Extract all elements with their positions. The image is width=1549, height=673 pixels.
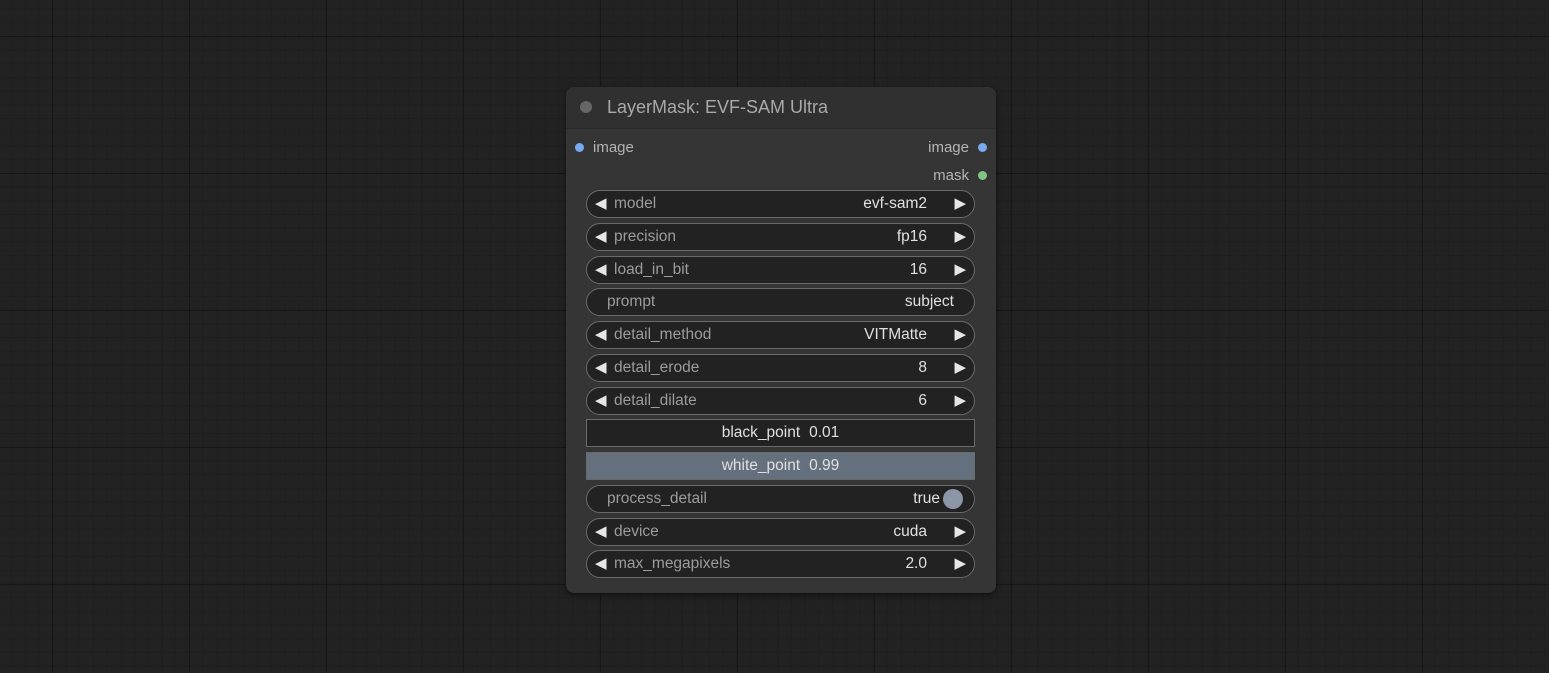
process-detail-label: process_detail xyxy=(607,490,707,507)
prompt-text-field[interactable]: prompt subject xyxy=(586,288,975,316)
increment-arrow-icon[interactable]: ▶ xyxy=(954,194,966,212)
precision-value: fp16 xyxy=(896,228,927,245)
image-output-connector-icon[interactable] xyxy=(978,143,987,152)
black-point-slider[interactable]: black_point 0.01 xyxy=(586,419,975,447)
precision-combo[interactable]: ◀ precision fp16 ▶ xyxy=(586,223,975,251)
detail-erode-number[interactable]: ◀ detail_erode 8 ▶ xyxy=(586,354,975,382)
white-point-value: 0.99 xyxy=(809,457,840,474)
decrement-arrow-icon[interactable]: ◀ xyxy=(595,522,607,540)
device-combo[interactable]: ◀ device cuda ▶ xyxy=(586,518,975,546)
decrement-arrow-icon[interactable]: ◀ xyxy=(595,358,607,376)
load-in-bit-label: load_in_bit xyxy=(614,261,689,278)
detail-method-value: VITMatte xyxy=(864,326,927,343)
toggle-knob-icon[interactable] xyxy=(943,489,963,509)
mask-output-connector-icon[interactable] xyxy=(978,171,987,180)
model-label: model xyxy=(614,195,657,212)
detail-method-combo[interactable]: ◀ detail_method VITMatte ▶ xyxy=(586,321,975,349)
detail-erode-label: detail_erode xyxy=(614,359,700,376)
increment-arrow-icon[interactable]: ▶ xyxy=(954,391,966,409)
detail-dilate-value: 6 xyxy=(918,392,927,409)
load-in-bit-value: 16 xyxy=(909,261,927,278)
detail-erode-value: 8 xyxy=(918,359,927,376)
increment-arrow-icon[interactable]: ▶ xyxy=(954,358,966,376)
detail-dilate-number[interactable]: ◀ detail_dilate 6 ▶ xyxy=(586,387,975,415)
decrement-arrow-icon[interactable]: ◀ xyxy=(595,227,607,245)
increment-arrow-icon[interactable]: ▶ xyxy=(954,227,966,245)
device-value: cuda xyxy=(893,523,927,540)
evf-sam-ultra-node[interactable]: LayerMask: EVF-SAM Ultra image image mas… xyxy=(566,87,996,593)
detail-dilate-label: detail_dilate xyxy=(614,392,697,409)
max-megapixels-number[interactable]: ◀ max_megapixels 2.0 ▶ xyxy=(586,550,975,578)
decrement-arrow-icon[interactable]: ◀ xyxy=(595,391,607,409)
collapse-dot-icon[interactable] xyxy=(580,101,592,113)
precision-label: precision xyxy=(614,228,677,245)
detail-method-label: detail_method xyxy=(614,326,712,343)
device-label: device xyxy=(614,523,659,540)
white-point-slider[interactable]: white_point 0.99 xyxy=(586,452,975,480)
node-header[interactable]: LayerMask: EVF-SAM Ultra xyxy=(566,87,996,129)
max-megapixels-label: max_megapixels xyxy=(614,555,731,572)
decrement-arrow-icon[interactable]: ◀ xyxy=(595,554,607,572)
decrement-arrow-icon[interactable]: ◀ xyxy=(595,260,607,278)
image-input-connector-icon[interactable] xyxy=(575,143,584,152)
increment-arrow-icon[interactable]: ▶ xyxy=(954,325,966,343)
load-in-bit-combo[interactable]: ◀ load_in_bit 16 ▶ xyxy=(586,256,975,284)
increment-arrow-icon[interactable]: ▶ xyxy=(954,554,966,572)
black-point-value: 0.01 xyxy=(809,424,840,441)
white-point-label: white_point xyxy=(721,457,801,474)
image-input-label: image xyxy=(593,139,634,156)
max-megapixels-value: 2.0 xyxy=(905,555,927,572)
process-detail-value: true xyxy=(913,490,940,507)
process-detail-toggle[interactable]: process_detail true xyxy=(586,485,975,513)
model-combo[interactable]: ◀ model evf-sam2 ▶ xyxy=(586,190,975,218)
decrement-arrow-icon[interactable]: ◀ xyxy=(595,325,607,343)
decrement-arrow-icon[interactable]: ◀ xyxy=(595,194,607,212)
node-title: LayerMask: EVF-SAM Ultra xyxy=(607,97,829,117)
mask-output-label: mask xyxy=(933,167,969,184)
image-output-label: image xyxy=(928,139,969,156)
black-point-label: black_point xyxy=(721,424,801,441)
prompt-label: prompt xyxy=(607,293,656,310)
prompt-value: subject xyxy=(904,293,954,310)
model-value: evf-sam2 xyxy=(863,195,927,212)
increment-arrow-icon[interactable]: ▶ xyxy=(954,522,966,540)
increment-arrow-icon[interactable]: ▶ xyxy=(954,260,966,278)
